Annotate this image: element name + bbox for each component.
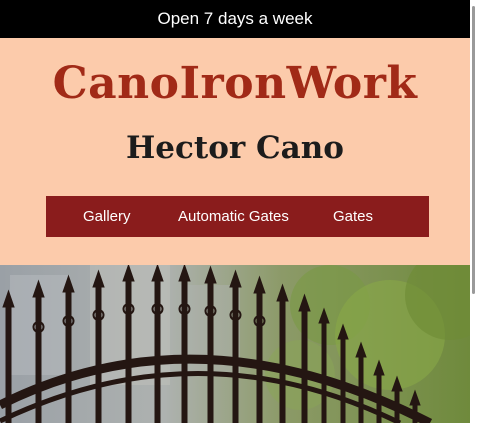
nav-gallery[interactable]: Gallery — [83, 208, 131, 225]
page-scrollbar[interactable] — [470, 0, 477, 423]
nav-automatic-gates[interactable]: Automatic Gates — [178, 208, 289, 225]
iron-gate-photo — [0, 265, 470, 423]
nav-gates[interactable]: Gates — [333, 208, 373, 225]
hero-image — [0, 265, 470, 423]
site-title[interactable]: CanoIronWork — [0, 60, 470, 108]
owner-name: Hector Cano — [126, 130, 344, 166]
site-header: CanoIronWork Hector Cano Gallery Automat… — [0, 38, 470, 265]
scrollbar-thumb[interactable] — [472, 6, 475, 294]
announcement-text: Open 7 days a week — [157, 9, 313, 28]
main-nav: Gallery Automatic Gates Gates — [46, 196, 429, 237]
announcement-bar: Open 7 days a week — [0, 0, 470, 38]
